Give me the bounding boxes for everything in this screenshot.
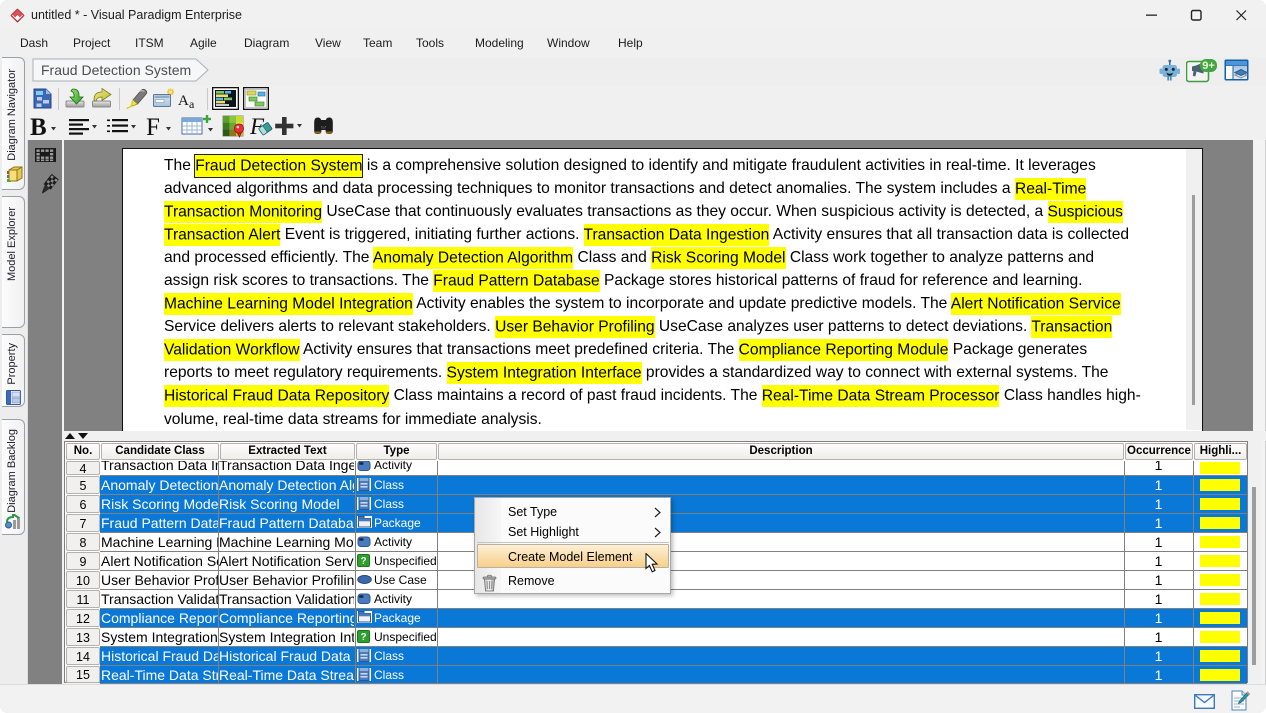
- svg-text:?: ?: [360, 632, 366, 643]
- svg-text:?: ?: [360, 556, 366, 567]
- svg-text:A: A: [178, 93, 189, 109]
- svg-text:9+: 9+: [1202, 60, 1215, 72]
- svg-text:F: F: [146, 115, 160, 138]
- svg-text:B: B: [30, 115, 47, 138]
- svg-text:a: a: [189, 97, 195, 109]
